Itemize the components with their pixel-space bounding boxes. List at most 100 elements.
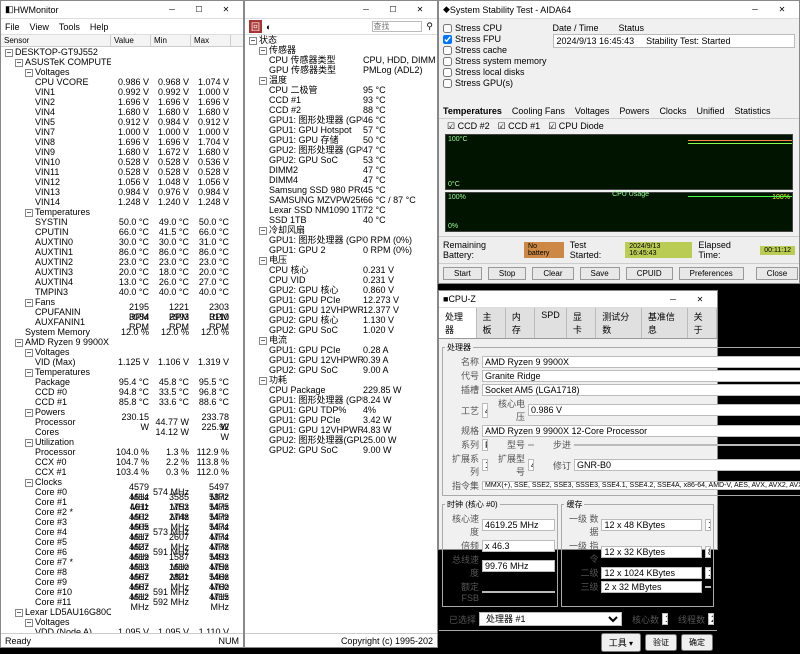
sensor-row[interactable]: GPU1: GPU PCIe12.273 V — [245, 295, 437, 305]
tab-unified[interactable]: Unified — [696, 106, 724, 116]
sensor-row[interactable]: GPU 传感器类型PMLog (ADL2) — [245, 65, 437, 75]
sensor-row[interactable]: 电流 — [245, 335, 437, 345]
legend-item[interactable]: ☑ CCD #1 — [498, 121, 541, 132]
sensor-row[interactable]: AUXFANIN13054 RPM2993 RPM3110 RPM — [1, 317, 243, 327]
sensor-row[interactable]: 功耗 — [245, 375, 437, 385]
tab-statistics[interactable]: Statistics — [734, 106, 770, 116]
col-header[interactable]: Value — [111, 35, 151, 46]
validate-button[interactable]: 验证 — [645, 634, 677, 651]
sensor-row[interactable]: AMD Ryzen 9 9900X — [1, 337, 243, 347]
sensor-row[interactable]: CPU 核心0.231 V — [245, 265, 437, 275]
tab[interactable]: 主板 — [477, 308, 506, 338]
stress-check[interactable]: Stress system memory — [443, 56, 547, 66]
expand-icon[interactable] — [25, 69, 33, 77]
stress-check[interactable]: Stress cache — [443, 45, 547, 55]
toolbar-icon[interactable]: ◐ — [266, 22, 271, 32]
sensor-row[interactable]: 冷却风扇 — [245, 225, 437, 235]
expand-icon[interactable] — [25, 439, 33, 447]
sensor-row[interactable]: AUXTIN320.0 °C18.0 °C20.0 °C — [1, 267, 243, 277]
menu-tools[interactable]: Tools — [59, 22, 80, 32]
sensor-row[interactable]: GPU2: 图形处理器 (GPU)47 °C — [245, 145, 437, 155]
stress-check[interactable]: Stress GPU(s) — [443, 78, 547, 88]
sensor-row[interactable]: GPU2: GPU SoC1.020 V — [245, 325, 437, 335]
sensor-row[interactable]: CPU VID0.231 V — [245, 275, 437, 285]
sensor-row[interactable]: CPU 二极管95 °C — [245, 85, 437, 95]
col-header[interactable]: Sensor — [1, 35, 111, 46]
minimize-button[interactable]: ─ — [159, 2, 185, 18]
expand-icon[interactable] — [259, 227, 267, 235]
sensor-row[interactable]: GPU1: GPU Hotspot57 °C — [245, 125, 437, 135]
sensor-row[interactable]: VIN121.056 V1.048 V1.056 V — [1, 177, 243, 187]
sensor-row[interactable]: 温度 — [245, 75, 437, 85]
sensor-row[interactable]: CCD #288 °C — [245, 105, 437, 115]
sensor-row[interactable]: AUXTIN186.0 °C86.0 °C86.0 °C — [1, 247, 243, 257]
sensor-row[interactable]: GPU1: 图形处理器 (GPU)46 °C — [245, 115, 437, 125]
sensor-row[interactable]: GPU2: 图形处理器(GPU)25.00 W — [245, 435, 437, 445]
close-button[interactable]: Close — [756, 267, 798, 280]
tab[interactable]: 处理器 — [439, 308, 477, 338]
maximize-button[interactable]: ☐ — [380, 2, 406, 18]
sensor-row[interactable]: 传感器 — [245, 45, 437, 55]
col-header[interactable]: Min — [151, 35, 191, 46]
tab[interactable]: 测试分数 — [596, 308, 642, 338]
sensor-row[interactable]: Voltages — [1, 617, 243, 627]
ok-button[interactable]: 确定 — [681, 634, 713, 651]
close-button[interactable]: ✕ — [687, 291, 713, 307]
tab-powers[interactable]: Powers — [619, 106, 649, 116]
sensor-row[interactable]: VIN81.696 V1.696 V1.704 V — [1, 137, 243, 147]
sensor-row[interactable]: Lexar SSD NM1090 1TB72 °C — [245, 205, 437, 215]
search-icon[interactable]: ⚲ — [426, 21, 433, 32]
sensor-row[interactable]: System Memory12.0 %12.0 %12.0 % — [1, 327, 243, 337]
expand-icon[interactable] — [25, 619, 33, 627]
sensor-row[interactable]: CPU 传感器类型CPU, HDD, DIMM TS, Zen (ISA A00… — [245, 55, 437, 65]
sensor-row[interactable]: VIN50.912 V0.984 V0.912 V — [1, 117, 243, 127]
tab-temperatures[interactable]: Temperatures — [443, 106, 502, 116]
sensor-row[interactable]: CCX #1103.4 %0.3 %112.0 % — [1, 467, 243, 477]
maximize-button[interactable]: ☐ — [186, 2, 212, 18]
stop-button[interactable]: Stop — [488, 267, 526, 280]
expand-icon[interactable] — [259, 257, 267, 265]
sensor-row[interactable]: VIN91.680 V1.672 V1.680 V — [1, 147, 243, 157]
sensor-row[interactable]: DIMM247 °C — [245, 165, 437, 175]
expand-icon[interactable] — [15, 339, 23, 347]
sensor-row[interactable]: GPU1: 图形处理器 (GPU)0 RPM (0%) — [245, 235, 437, 245]
close-button[interactable]: ✕ — [407, 2, 433, 18]
sensor-row[interactable]: GPU1: GPU 20 RPM (0%) — [245, 245, 437, 255]
sensor-row[interactable]: GPU1: GPU 存储50 °C — [245, 135, 437, 145]
expand-icon[interactable] — [25, 369, 33, 377]
sensor-row[interactable]: CCD #094.8 °C33.5 °C96.8 °C — [1, 387, 243, 397]
sensor-row[interactable]: Temperatures — [1, 367, 243, 377]
stress-check[interactable]: Stress FPU — [443, 34, 547, 44]
legend-item[interactable]: ☑ CCD #2 — [447, 121, 490, 132]
expand-icon[interactable] — [25, 209, 33, 217]
tools-button[interactable]: 工具 ▾ — [601, 633, 641, 652]
sensor-row[interactable]: GPU1: GPU TDP%4% — [245, 405, 437, 415]
cpuid-button[interactable]: CPUID — [626, 267, 673, 280]
sensor-row[interactable]: SAMSUNG MZVPW256HEGL...66 °C / 87 °C — [245, 195, 437, 205]
sensor-row[interactable]: CPU VCORE0.986 V0.968 V1.074 V — [1, 77, 243, 87]
menu-file[interactable]: File — [5, 22, 20, 32]
expand-icon[interactable] — [25, 479, 33, 487]
sensor-row[interactable]: AUXTIN223.0 °C23.0 °C23.0 °C — [1, 257, 243, 267]
expand-icon[interactable] — [5, 49, 13, 57]
sensor-row[interactable]: DESKTOP-GT9J552 — [1, 47, 243, 57]
sensor-row[interactable]: VIN41.680 V1.680 V1.680 V — [1, 107, 243, 117]
sensor-row[interactable]: CPUTIN66.0 °C41.5 °C66.0 °C — [1, 227, 243, 237]
expand-icon[interactable] — [25, 299, 33, 307]
hw-tree[interactable]: DESKTOP-GT9J552ASUSTeK COMPUTER INC. R..… — [1, 47, 243, 633]
expand-icon[interactable] — [25, 409, 33, 417]
col-header[interactable]: Max — [191, 35, 231, 46]
sensor-row[interactable]: VIN100.528 V0.528 V0.536 V — [1, 157, 243, 167]
tab-voltages[interactable]: Voltages — [575, 106, 610, 116]
cpuz-titlebar[interactable]: ■ CPU-Z ─ ✕ — [439, 291, 717, 308]
sensor-row[interactable]: ASUSTeK COMPUTER INC. R... — [1, 57, 243, 67]
minimize-button[interactable]: ─ — [742, 2, 768, 18]
expand-icon[interactable] — [259, 337, 267, 345]
sensor-row[interactable]: VIN21.696 V1.696 V1.696 V — [1, 97, 243, 107]
sensor-row[interactable]: GPU2: GPU 核心1.130 V — [245, 315, 437, 325]
sensor-row[interactable]: GPU1: GPU 12VHPWR12.377 V — [245, 305, 437, 315]
hw-titlebar[interactable]: ◧ HWMonitor ─ ☐ ✕ — [1, 1, 243, 19]
sensor-row[interactable]: GPU1: GPU 12VHPWR0.39 A — [245, 355, 437, 365]
tab[interactable]: 关于 — [688, 308, 717, 338]
sensor-row[interactable]: AUXTIN413.0 °C26.0 °C27.0 °C — [1, 277, 243, 287]
